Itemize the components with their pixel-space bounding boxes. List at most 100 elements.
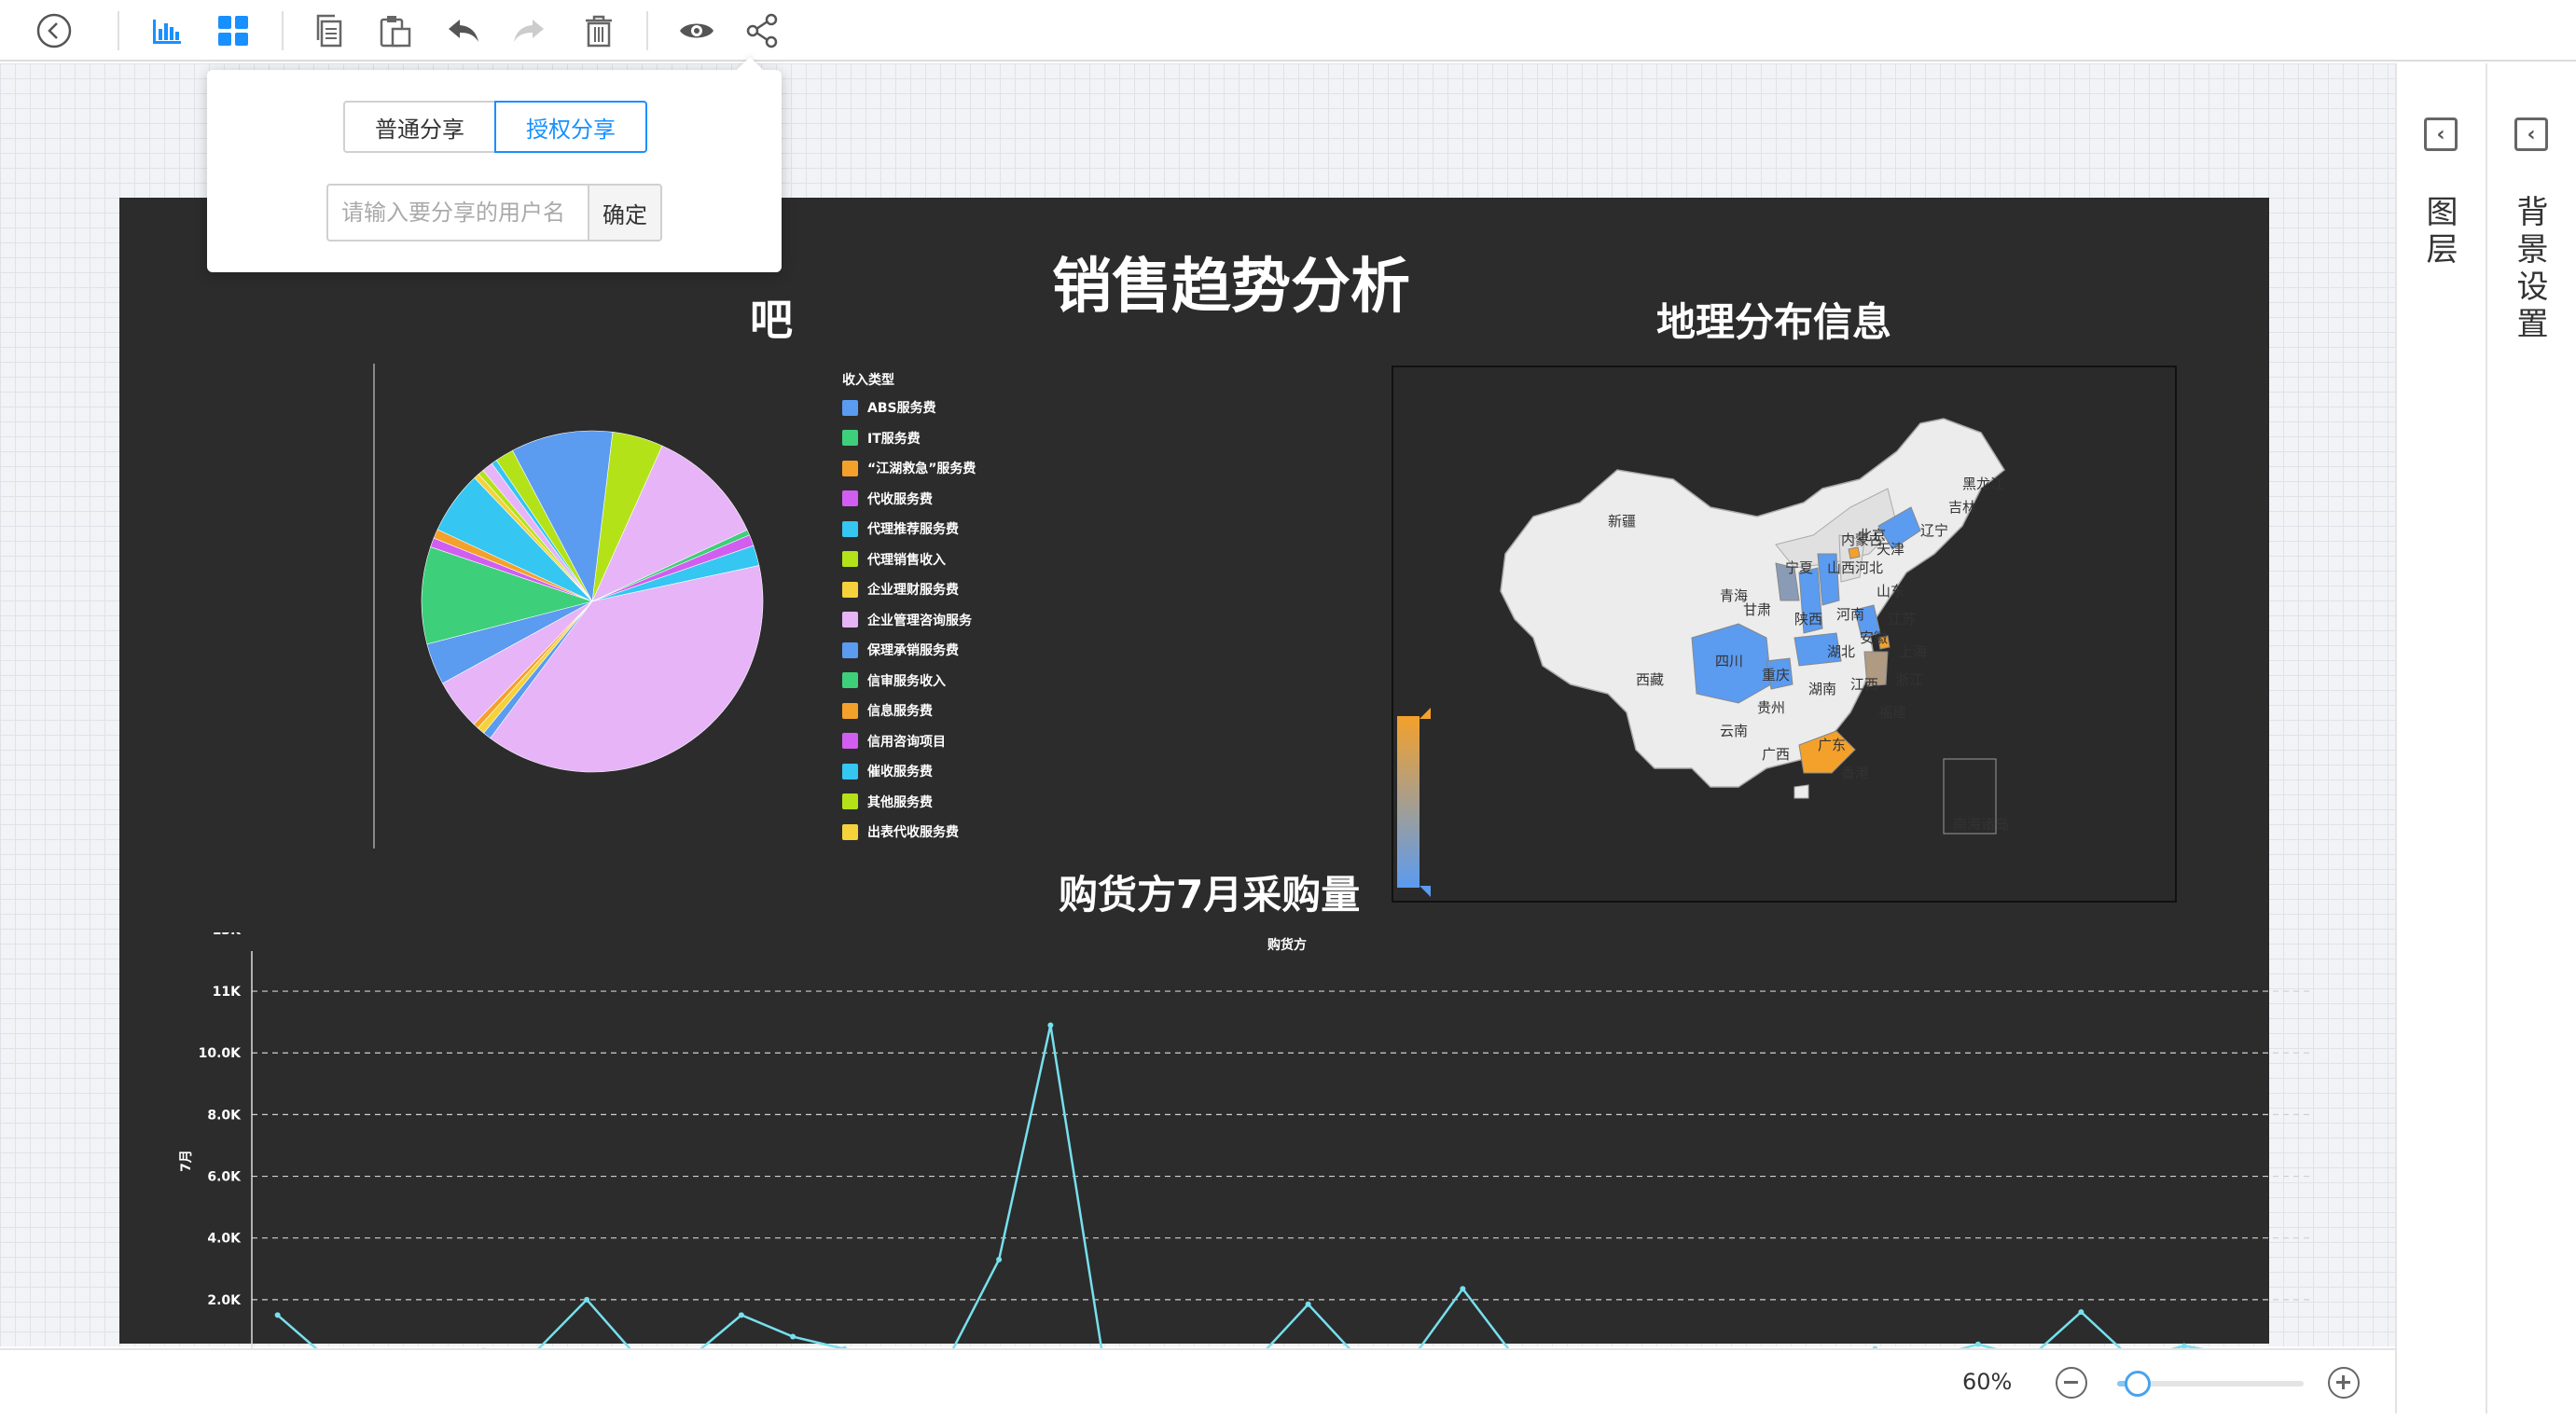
delete-icon[interactable] — [575, 7, 622, 54]
background-settings-label: 背景设置 — [2487, 194, 2576, 343]
pie-legend-item[interactable]: 信审服务收入 — [842, 666, 976, 697]
pie-legend-item[interactable]: ABS服务费 — [842, 393, 976, 423]
legend-label: “江湖救急”服务费 — [867, 462, 976, 477]
pie-chart-title: 吧 — [750, 295, 793, 345]
legend-label: 信审服务收入 — [867, 673, 946, 689]
y-tick-label: 10.0K — [199, 1046, 242, 1061]
pie-legend: 收入类型 ABS服务费 IT服务费 “江湖救急”服务费 代收服务费代理推荐服务费 代理销… — [842, 370, 976, 848]
pie-chart[interactable] — [420, 429, 765, 774]
pie-legend-item[interactable]: 其他服务费 — [842, 787, 976, 818]
map-widget[interactable]: 新疆 西藏 青海 甘肃 内蒙古 宁夏 陕西 山西 河北 北京 天津 山东 河南 四川 重庆 湖北 湖南 安徽 江苏上… — [1392, 366, 2177, 903]
zoom-slider-track[interactable] — [2117, 1371, 2304, 1397]
legend-swatch — [842, 551, 858, 568]
pie-legend-item[interactable]: 保理承销服务费 — [842, 635, 976, 666]
map-visual-handle-top[interactable] — [1420, 708, 1431, 719]
pie-legend-title: 收入类型 — [842, 373, 894, 388]
y-tick-label: 13K — [213, 932, 242, 938]
line-chart-widget[interactable]: 2.0K4.0K6.0K8.0K10.0K11K13K购货方7月_颜上...众.… — [168, 923, 2332, 1417]
pie-legend-item[interactable]: 信息服务费 — [842, 696, 976, 726]
pie-legend-item[interactable]: 代收服务费 — [842, 484, 976, 515]
background-settings-tab[interactable]: ‹ 背景设置 — [2486, 63, 2576, 1414]
line-point[interactable] — [1305, 1301, 1311, 1307]
undo-icon[interactable] — [440, 7, 487, 54]
line-point[interactable] — [996, 1256, 1003, 1262]
back-icon[interactable] — [31, 7, 77, 54]
zoom-out-icon[interactable] — [2056, 1367, 2087, 1399]
y-axis-label: 7月 — [179, 1150, 194, 1172]
line-chart-title: 购货方7月采购量 — [1059, 872, 1361, 917]
pie-legend-item[interactable]: 出表代收服务费 — [842, 817, 976, 848]
line-point[interactable] — [790, 1333, 796, 1340]
map-region-label: 南海诸岛 — [1953, 816, 2009, 833]
china-map[interactable]: 新疆西藏青海甘肃内蒙古宁夏陕西山西 河北北京天津山东河南四川重庆湖北湖南安徽江苏上… — [1496, 414, 2093, 862]
pie-legend-item[interactable]: 信用咨询项目 — [842, 726, 976, 757]
map-region-label: 山西 — [1827, 559, 1855, 576]
background-collapse-icon[interactable]: ‹ — [2514, 117, 2548, 151]
share-username-input[interactable] — [326, 184, 588, 241]
layers-panel-tab[interactable]: ‹ 图层 — [2395, 63, 2486, 1414]
pie-legend-item[interactable]: 企业理财服务费 — [842, 574, 976, 605]
tab-normal-share[interactable]: 普通分享 — [343, 101, 496, 153]
toolbar-divider — [118, 11, 119, 50]
legend-label: 代收服务费 — [867, 491, 933, 507]
map-region-label: 福建 — [1878, 704, 1906, 721]
map-region-label: 云南 — [1720, 723, 1748, 739]
pie-legend-item[interactable]: 代理推荐服务费 — [842, 514, 976, 545]
map-visual-handle-bottom[interactable] — [1420, 886, 1431, 897]
zoom-bar: 60% — [0, 1348, 2395, 1414]
legend-label: 企业理财服务费 — [867, 583, 959, 599]
legend-label: 保理承销服务费 — [867, 643, 959, 659]
legend-swatch — [842, 520, 858, 537]
line-point[interactable] — [2078, 1309, 2084, 1316]
line-point[interactable] — [1047, 1022, 1054, 1028]
legend-swatch — [842, 763, 858, 779]
redo-icon[interactable] — [506, 7, 552, 54]
pie-chart-widget[interactable]: 收入类型 ABS服务费 IT服务费 “江湖救急”服务费 代收服务费代理推荐服务费 代理销… — [371, 364, 1099, 848]
map-region-label: 安徽 — [1860, 629, 1888, 646]
share-icon[interactable] — [739, 7, 785, 54]
pie-legend-item[interactable]: “江湖救急”服务费 — [842, 453, 976, 484]
top-toolbar — [0, 0, 2576, 62]
map-region-label: 黑龙江 — [1962, 476, 2004, 492]
pie-legend-item[interactable]: IT服务费 — [842, 423, 976, 454]
legend-label: 出表代收服务费 — [867, 825, 959, 841]
zoom-level: 60% — [1962, 1369, 2013, 1395]
line-series[interactable] — [276, 1025, 2288, 1361]
legend-swatch — [842, 823, 858, 840]
grid-layout-icon[interactable] — [210, 7, 256, 54]
map-region-label: 四川 — [1715, 653, 1743, 669]
layers-collapse-icon[interactable]: ‹ — [2424, 117, 2458, 151]
zoom-slider-handle[interactable] — [2125, 1371, 2151, 1397]
pie-legend-item[interactable]: 代理销售收入 — [842, 545, 976, 575]
map-region-label: 江西 — [1850, 676, 1878, 693]
copy-icon[interactable] — [306, 7, 353, 54]
zoom-in-icon[interactable] — [2328, 1367, 2360, 1399]
preview-icon[interactable] — [673, 7, 720, 54]
line-point[interactable] — [584, 1296, 590, 1303]
bar-chart-icon[interactable] — [144, 7, 190, 54]
legend-swatch — [842, 460, 858, 476]
legend-swatch — [842, 399, 858, 416]
pie-legend-item[interactable]: 催收服务费 — [842, 756, 976, 787]
pie-legend-item[interactable]: 企业管理咨询服务 — [842, 605, 976, 636]
right-side-panels: ‹ 图层 ‹ 背景设置 — [2395, 63, 2576, 1414]
map-visual-gradient[interactable] — [1397, 716, 1420, 888]
map-region-label: 西藏 — [1636, 671, 1664, 688]
paste-icon[interactable] — [371, 7, 418, 54]
line-point[interactable] — [1460, 1286, 1466, 1292]
map-region-label: 辽宁 — [1920, 522, 1948, 539]
toolbar-divider — [282, 11, 284, 50]
dashboard-screen[interactable]: 销售趋势分析 吧 地理分布信息 购货方7月采购量 收入类型 ABS服务费 IT服务… — [119, 198, 2313, 1386]
map-region-label: 河北 — [1855, 559, 1883, 576]
line-point[interactable] — [274, 1312, 281, 1318]
line-point[interactable] — [738, 1312, 744, 1318]
line-point[interactable] — [1974, 1341, 1981, 1347]
line-chart[interactable]: 2.0K4.0K6.0K8.0K10.0K11K13K购货方7月_颜上...众.… — [168, 923, 2332, 1417]
panel-label-char: 层 — [2426, 231, 2458, 269]
map-title: 地理分布信息 — [1656, 299, 1892, 345]
map-region-label: 广东 — [1818, 737, 1846, 753]
tab-authorized-share[interactable]: 授权分享 — [494, 101, 647, 153]
map-region-label: 新疆 — [1608, 513, 1636, 530]
confirm-button[interactable]: 确定 — [588, 184, 662, 241]
map-region-label: 宁夏 — [1785, 559, 1813, 576]
